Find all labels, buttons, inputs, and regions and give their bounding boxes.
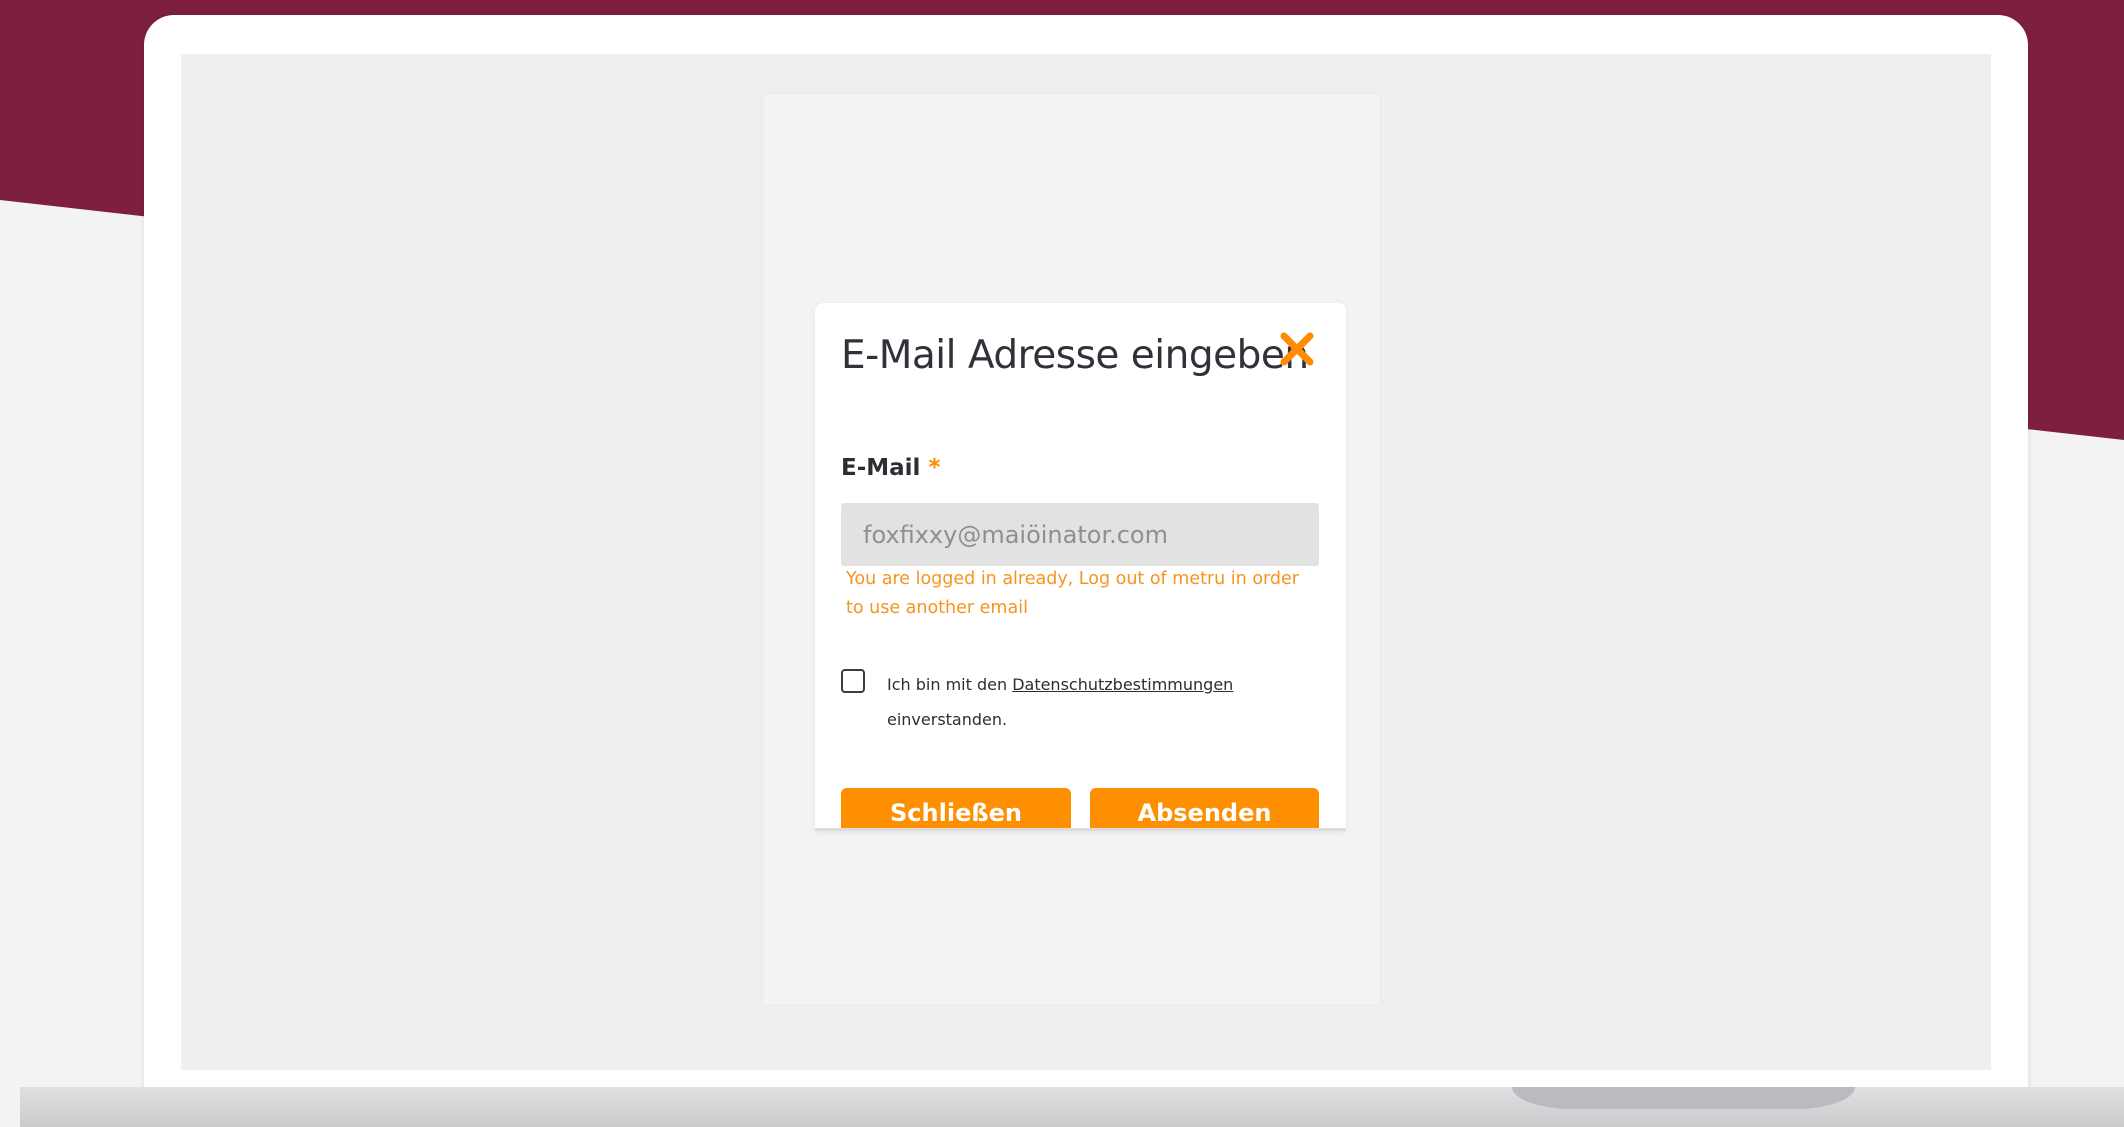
email-error-message: You are logged in already, Log out of me… [846,569,1299,618]
required-marker: * [928,455,941,481]
email-label-text: E-Mail [841,455,921,481]
consent-suffix: einverstanden. [887,710,1008,729]
privacy-consent-checkbox[interactable] [841,669,865,693]
modal-bottom-edge [815,828,1346,831]
privacy-consent-text: Ich bin mit den Datenschutzbestimmungen e… [887,667,1307,737]
submit-button[interactable]: Absenden [1090,788,1319,831]
privacy-policy-link[interactable]: Datenschutzbestimmungen [1012,675,1233,694]
modal-title: E-Mail Adresse eingeben [841,333,1309,378]
email-modal: E-Mail Adresse eingeben E-Mail * You are… [815,303,1346,831]
laptop-notch [1512,1087,1855,1109]
consent-prefix: Ich bin mit den [887,675,1013,694]
close-icon[interactable] [1277,329,1317,369]
email-input[interactable] [841,503,1319,566]
close-button[interactable]: Schließen [841,788,1071,831]
email-label: E-Mail * [841,455,940,481]
